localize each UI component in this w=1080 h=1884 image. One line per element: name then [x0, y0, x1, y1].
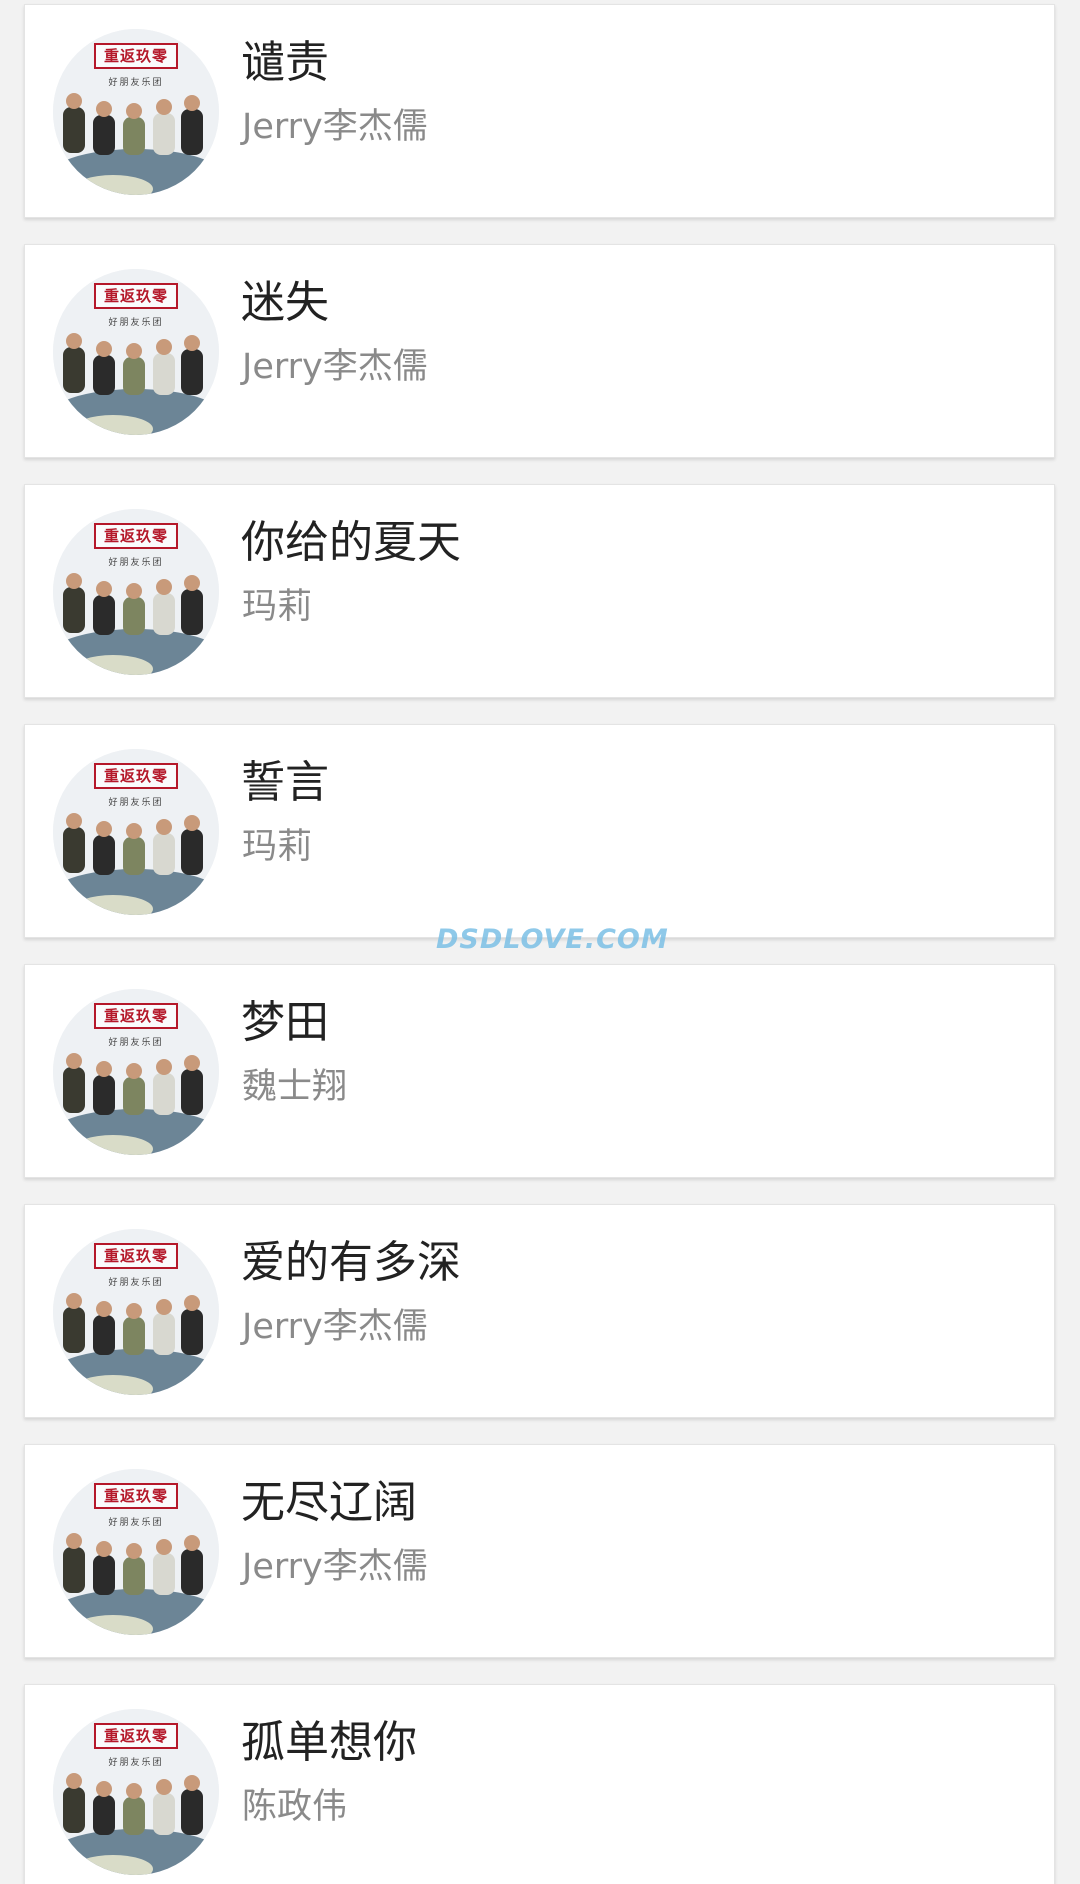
song-item[interactable]: 重返玖零 好朋友乐团 爱的有多深 Jerry李杰儒	[24, 1204, 1055, 1418]
album-cover: 重返玖零 好朋友乐团	[53, 29, 219, 195]
album-cover: 重返玖零 好朋友乐团	[53, 1709, 219, 1875]
song-title: 谴责	[241, 37, 329, 88]
song-item[interactable]: 重返玖零 好朋友乐团 谴责 Jerry李杰儒	[24, 4, 1055, 218]
song-item[interactable]: 重返玖零 好朋友乐团 誓言 玛莉	[24, 724, 1055, 938]
album-cover-subtitle: 好朋友乐团	[108, 78, 164, 88]
album-cover: 重返玖零 好朋友乐团	[53, 509, 219, 675]
song-item[interactable]: 重返玖零 好朋友乐团 你给的夏天 玛莉	[24, 484, 1055, 698]
song-item[interactable]: 重返玖零 好朋友乐团 孤单想你 陈政伟	[24, 1684, 1055, 1884]
album-cover-title: 重返玖零	[93, 523, 179, 549]
song-list: 重返玖零 好朋友乐团 谴责 Jerry李杰儒 重返玖零 好朋友乐团 迷失 Jer…	[0, 0, 1080, 1884]
album-cover-title: 重返玖零	[93, 1483, 179, 1509]
album-cover: 重返玖零 好朋友乐团	[53, 1469, 219, 1635]
song-item[interactable]: 重返玖零 好朋友乐团 梦田 魏士翔	[24, 964, 1055, 1178]
song-title: 誓言	[241, 757, 329, 808]
song-title: 孤单想你	[241, 1717, 417, 1768]
song-artist: 玛莉	[242, 827, 313, 867]
song-artist: 魏士翔	[242, 1067, 348, 1107]
album-cover-subtitle: 好朋友乐团	[108, 1758, 164, 1768]
album-cover-subtitle: 好朋友乐团	[108, 318, 164, 328]
album-cover-subtitle: 好朋友乐团	[108, 1038, 164, 1048]
song-title: 梦田	[241, 997, 329, 1048]
album-cover-title: 重返玖零	[93, 283, 179, 309]
album-cover: 重返玖零 好朋友乐团	[53, 269, 219, 435]
album-cover-subtitle: 好朋友乐团	[108, 798, 164, 808]
album-cover-subtitle: 好朋友乐团	[108, 1518, 164, 1528]
song-title: 爱的有多深	[241, 1237, 461, 1288]
song-artist: 玛莉	[242, 587, 313, 627]
song-title: 无尽辽阔	[241, 1477, 417, 1528]
album-cover-title: 重返玖零	[93, 43, 179, 69]
album-cover-title: 重返玖零	[93, 763, 179, 789]
album-cover-subtitle: 好朋友乐团	[108, 558, 164, 568]
song-item[interactable]: 重返玖零 好朋友乐团 迷失 Jerry李杰儒	[24, 244, 1055, 458]
song-artist: Jerry李杰儒	[242, 1547, 428, 1587]
album-cover: 重返玖零 好朋友乐团	[53, 749, 219, 915]
album-cover-subtitle: 好朋友乐团	[108, 1278, 164, 1288]
song-artist: 陈政伟	[242, 1787, 348, 1827]
album-cover: 重返玖零 好朋友乐团	[53, 1229, 219, 1395]
album-cover-title: 重返玖零	[93, 1243, 179, 1269]
song-artist: Jerry李杰儒	[242, 1307, 428, 1347]
album-cover-title: 重返玖零	[93, 1003, 179, 1029]
song-title: 你给的夏天	[241, 517, 461, 568]
song-title: 迷失	[241, 277, 329, 328]
song-item[interactable]: 重返玖零 好朋友乐团 无尽辽阔 Jerry李杰儒	[24, 1444, 1055, 1658]
album-cover-title: 重返玖零	[93, 1723, 179, 1749]
album-cover: 重返玖零 好朋友乐团	[53, 989, 219, 1155]
song-artist: Jerry李杰儒	[242, 107, 428, 147]
song-artist: Jerry李杰儒	[242, 347, 428, 387]
